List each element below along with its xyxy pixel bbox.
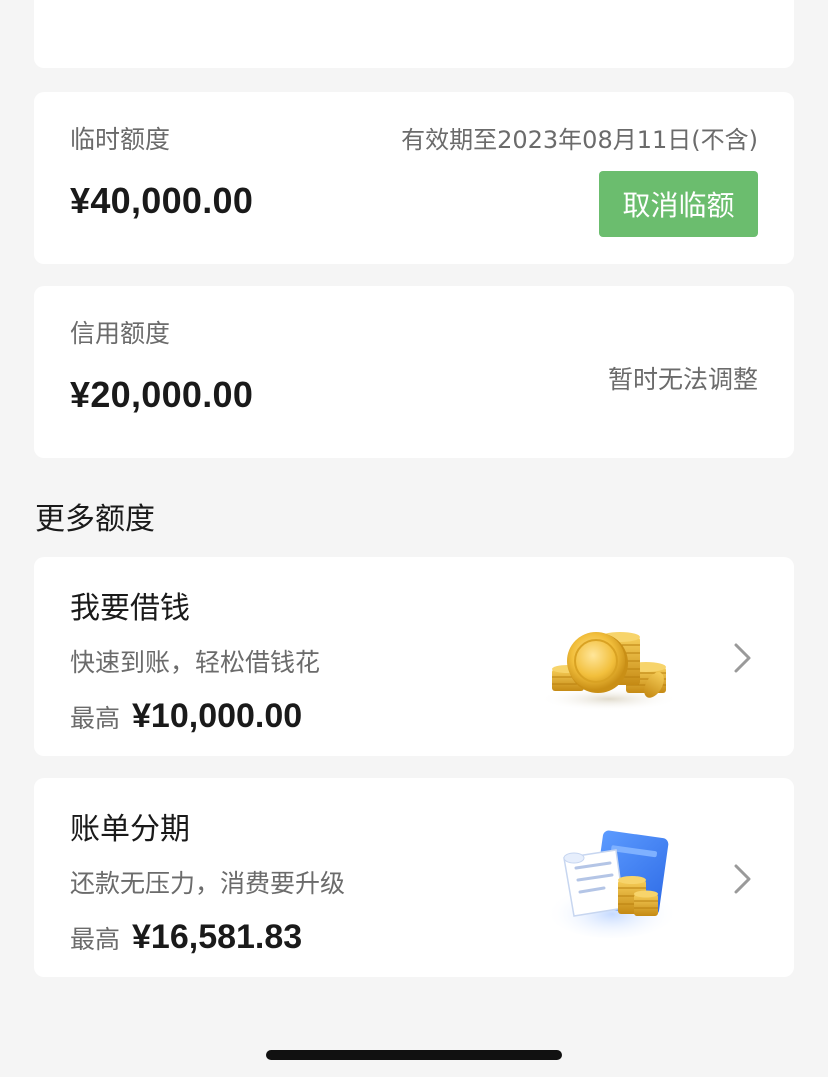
max-label: 最高 [70,704,121,733]
gold-coins-icon [539,632,679,711]
borrow-money-title: 我要借钱 [70,591,190,626]
temporary-limit-label: 临时额度 [70,125,171,154]
credit-limit-label: 信用额度 [70,319,171,348]
cancel-temporary-limit-button[interactable]: 取消临额 [599,171,758,237]
chevron-right-icon[interactable] [730,641,754,675]
borrow-money-card[interactable]: 我要借钱 快速到账，轻松借钱花 最高 ¥10,000.00 [34,557,794,756]
installment-max-amount: ¥16,581.83 [132,918,303,956]
bill-installment-subtitle: 还款无压力，消费要升级 [70,869,346,898]
credit-limit-amount: ¥20,000.00 [70,374,254,415]
credit-limit-card: 信用额度 ¥20,000.00 暂时无法调整 [34,286,794,458]
adjust-note: 暂时无法调整 [607,365,758,394]
validity-text: 有效期至2023年08月11日(不含) [401,126,758,154]
borrow-max-amount: ¥10,000.00 [132,697,303,735]
more-limits-title: 更多额度 [35,502,155,537]
temporary-limit-amount: ¥40,000.00 [70,180,254,221]
home-indicator[interactable] [266,1050,562,1060]
max-label: 最高 [70,925,121,954]
borrow-max-row: 最高 ¥10,000.00 [70,697,302,736]
top-card [34,0,794,68]
bill-installment-title: 账单分期 [70,812,190,847]
borrow-money-subtitle: 快速到账，轻松借钱花 [70,648,321,677]
card-bill-coins-icon [546,830,678,938]
chevron-right-icon[interactable] [730,862,754,896]
bill-installment-card[interactable]: 账单分期 还款无压力，消费要升级 最高 ¥16,581.83 [34,778,794,977]
installment-max-row: 最高 ¥16,581.83 [70,918,302,957]
temporary-limit-card: 临时额度 有效期至2023年08月11日(不含) ¥40,000.00 取消临额 [34,92,794,264]
